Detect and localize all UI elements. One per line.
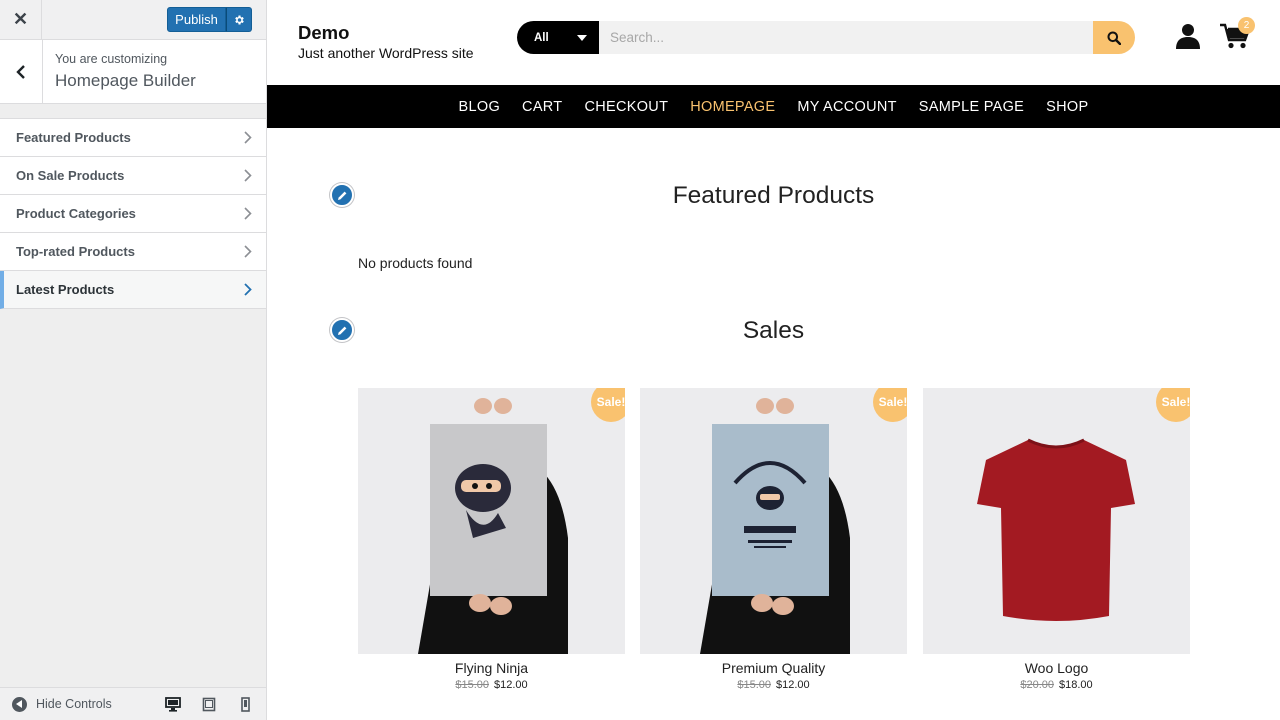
panel-item-label: Featured Products xyxy=(16,130,131,145)
panel-item-on-sale-products[interactable]: On Sale Products xyxy=(0,157,266,195)
product-card[interactable]: Sale! Flying Ninja $15.00 $12.00 xyxy=(358,388,625,691)
desktop-icon[interactable] xyxy=(164,696,182,712)
nav-item-my-account[interactable]: MY ACCOUNT xyxy=(786,99,907,115)
featured-products-heading: Featured Products xyxy=(672,182,875,209)
nav-item-sample-page[interactable]: SAMPLE PAGE xyxy=(908,99,1035,115)
device-preview-buttons xyxy=(164,696,254,712)
main-navigation: BLOG CART CHECKOUT HOMEPAGE MY ACCOUNT S… xyxy=(267,85,1280,128)
tablet-icon[interactable] xyxy=(200,696,218,712)
user-icon[interactable] xyxy=(1175,23,1201,49)
nav-item-cart[interactable]: CART xyxy=(511,99,573,115)
product-card[interactable]: Sale! Woo Logo $20.00 $18.00 xyxy=(923,388,1190,691)
nav-item-homepage[interactable]: HOMEPAGE xyxy=(679,99,786,115)
nav-item-shop[interactable]: SHOP xyxy=(1035,99,1099,115)
product-card[interactable]: Sale! Premium Quality $15.00 $12.00 xyxy=(640,388,907,691)
chevron-right-icon xyxy=(244,169,252,182)
cart-count-badge: 2 xyxy=(1238,17,1255,34)
publish-button[interactable]: Publish xyxy=(167,7,226,32)
old-price: $15.00 xyxy=(737,679,771,691)
product-price: $20.00 $18.00 xyxy=(923,679,1190,691)
product-image[interactable]: Sale! xyxy=(923,388,1190,654)
chevron-right-icon xyxy=(244,283,252,296)
search-button[interactable] xyxy=(1093,21,1135,54)
panel-item-label: Product Categories xyxy=(16,206,136,221)
sales-heading: Sales xyxy=(742,317,805,344)
site-header: Demo Just another WordPress site All 2 xyxy=(267,0,1280,85)
panel-item-product-categories[interactable]: Product Categories xyxy=(0,195,266,233)
publish-group: Publish xyxy=(167,7,252,32)
sale-price: $12.00 xyxy=(776,679,810,691)
product-name[interactable]: Flying Ninja xyxy=(358,660,625,676)
old-price: $20.00 xyxy=(1020,679,1054,691)
customizing-label: You are customizing xyxy=(55,52,168,66)
caret-down-icon xyxy=(577,35,587,41)
customizer-topbar: ✕ Publish xyxy=(0,0,266,40)
product-price: $15.00 $12.00 xyxy=(640,679,907,691)
customizer-footer: Hide Controls xyxy=(0,687,266,720)
panel-list: Featured Products On Sale Products Produ… xyxy=(0,118,266,309)
sale-price: $18.00 xyxy=(1059,679,1093,691)
chevron-right-icon xyxy=(244,245,252,258)
search-icon xyxy=(1107,31,1121,45)
old-price: $15.00 xyxy=(455,679,489,691)
chevron-right-icon xyxy=(244,207,252,220)
back-button[interactable] xyxy=(0,40,43,103)
close-icon[interactable]: ✕ xyxy=(0,0,42,39)
hide-controls-label: Hide Controls xyxy=(36,697,112,711)
section-title: Homepage Builder xyxy=(55,71,196,90)
product-name[interactable]: Premium Quality xyxy=(640,660,907,676)
site-tagline: Just another WordPress site xyxy=(298,45,474,61)
hide-controls-button[interactable]: Hide Controls xyxy=(12,696,112,712)
woothemes-poster-image xyxy=(700,398,850,654)
search-category-select[interactable]: All xyxy=(517,21,599,54)
no-products-message: No products found xyxy=(358,255,473,271)
panel-item-label: On Sale Products xyxy=(16,168,125,183)
site-preview: Demo Just another WordPress site All 2 B… xyxy=(267,0,1280,720)
panel-item-featured-products[interactable]: Featured Products xyxy=(0,119,266,157)
chevron-right-icon xyxy=(244,131,252,144)
mobile-icon[interactable] xyxy=(236,696,254,712)
sale-price: $12.00 xyxy=(494,679,528,691)
collapse-icon xyxy=(12,696,27,712)
tshirt-image xyxy=(977,438,1135,621)
product-image[interactable]: Sale! xyxy=(358,388,625,654)
product-name[interactable]: Woo Logo xyxy=(923,660,1190,676)
gear-icon[interactable] xyxy=(226,7,252,32)
ninja-poster-image xyxy=(418,398,568,654)
site-title[interactable]: Demo xyxy=(298,22,349,44)
product-search: All xyxy=(517,21,1135,54)
chevron-left-icon xyxy=(16,64,25,79)
customizer-sidebar: ✕ Publish You are customizing Homepage B… xyxy=(0,0,267,720)
product-image[interactable]: Sale! xyxy=(640,388,907,654)
panel-item-label: Latest Products xyxy=(16,282,115,297)
section-header: You are customizing Homepage Builder xyxy=(0,40,266,104)
panel-item-top-rated-products[interactable]: Top-rated Products xyxy=(0,233,266,271)
search-category-value: All xyxy=(534,31,549,44)
nav-item-checkout[interactable]: CHECKOUT xyxy=(573,99,679,115)
search-input[interactable] xyxy=(599,21,1093,54)
panel-item-latest-products[interactable]: Latest Products xyxy=(0,271,266,309)
nav-item-blog[interactable]: BLOG xyxy=(448,99,512,115)
product-price: $15.00 $12.00 xyxy=(358,679,625,691)
panel-item-label: Top-rated Products xyxy=(16,244,135,259)
